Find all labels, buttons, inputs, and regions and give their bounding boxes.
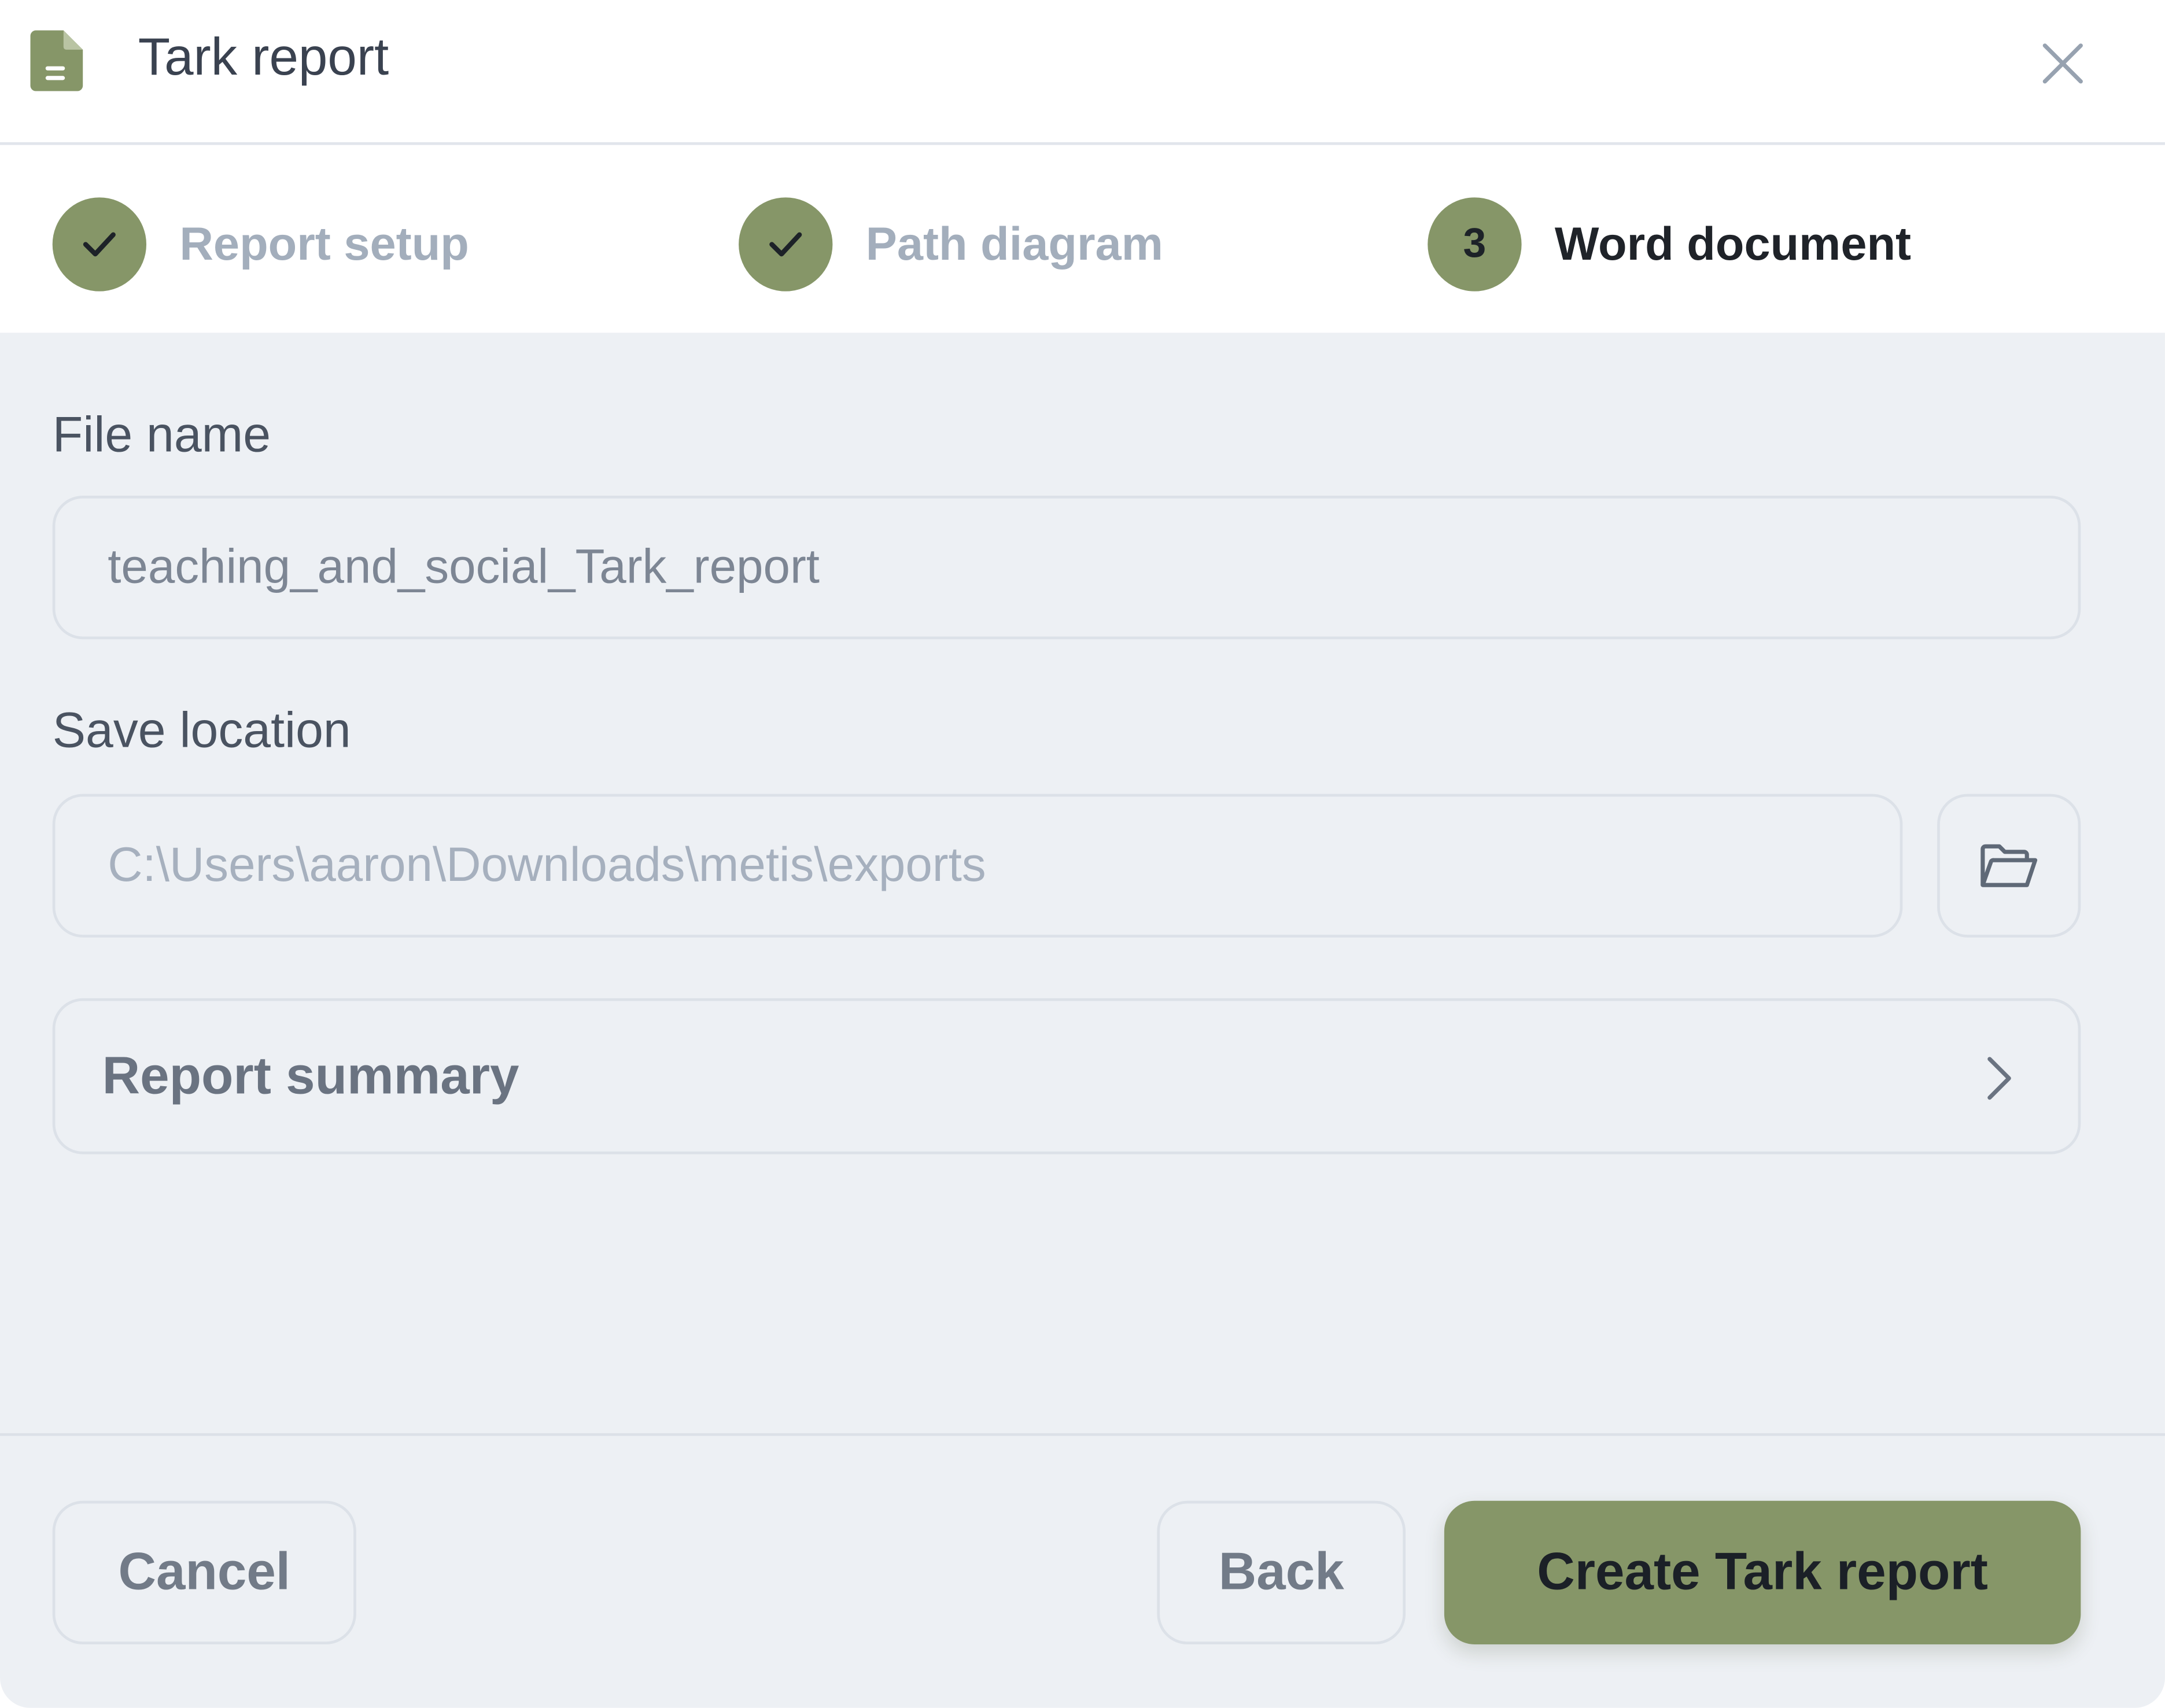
tark-report-dialog: Tark report Report setup Path diagram 3 … (0, 0, 2165, 1708)
dialog-title: Tark report (138, 29, 389, 87)
close-icon[interactable] (2033, 33, 2093, 94)
folder-open-icon (1980, 844, 2038, 887)
report-summary-label: Report summary (102, 1047, 519, 1106)
browse-folder-button[interactable] (1937, 794, 2081, 938)
file-name-input[interactable]: teaching_and_social_Tark_report (52, 495, 2081, 640)
dialog-footer: Cancel Back Create Tark report (0, 1433, 2165, 1708)
step-label-active: Word document (1554, 217, 1912, 270)
step-completed-circle (739, 197, 833, 292)
dialog-body: File name teaching_and_social_Tark_repor… (0, 333, 2165, 1433)
file-name-label: File name (52, 405, 271, 463)
document-icon (30, 30, 83, 91)
report-summary-accordion[interactable]: Report summary (52, 998, 2081, 1154)
create-report-button[interactable]: Create Tark report (1444, 1500, 2081, 1645)
cancel-button[interactable]: Cancel (52, 1500, 356, 1645)
step-word-document[interactable]: 3 Word document (1428, 197, 1912, 292)
chevron-right-icon (1987, 1057, 2011, 1100)
step-number-circle: 3 (1428, 197, 1522, 292)
step-path-diagram[interactable]: Path diagram (739, 197, 1163, 292)
back-button[interactable]: Back (1157, 1500, 1406, 1645)
check-icon (83, 232, 116, 257)
step-label: Report setup (179, 217, 469, 270)
stepper: Report setup Path diagram 3 Word documen… (0, 147, 2165, 333)
step-label: Path diagram (865, 217, 1163, 270)
dialog-header: Tark report (0, 0, 2165, 145)
save-location-input[interactable]: C:\Users\aaron\Downloads\metis\exports (52, 794, 1903, 938)
check-icon (769, 232, 802, 257)
step-report-setup[interactable]: Report setup (52, 197, 469, 292)
save-location-label: Save location (52, 701, 351, 758)
step-completed-circle (52, 197, 147, 292)
